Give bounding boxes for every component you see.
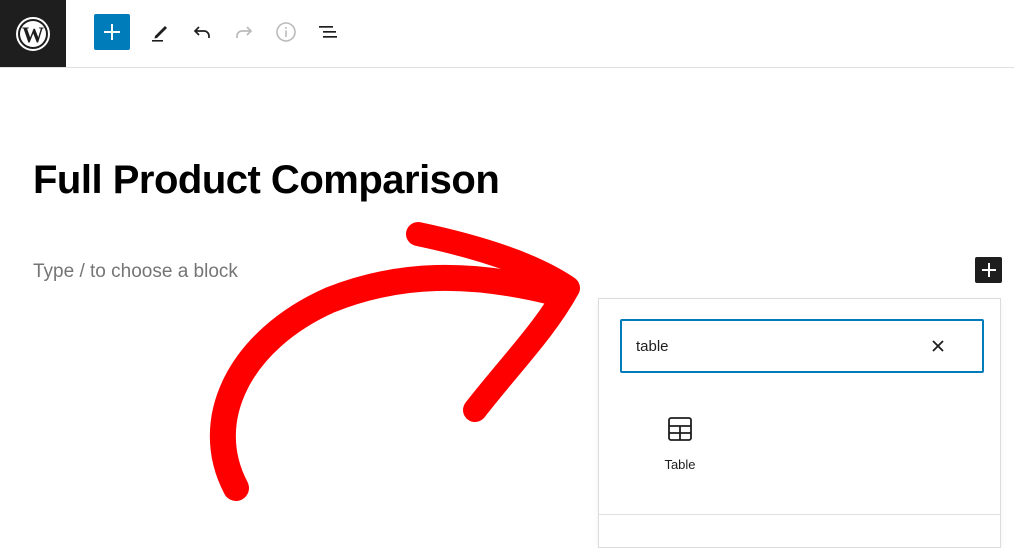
undo-icon <box>193 26 210 38</box>
details-button[interactable] <box>268 14 304 50</box>
svg-text:W: W <box>22 22 44 47</box>
undo-button[interactable] <box>184 14 220 50</box>
wordpress-logo-icon[interactable]: W <box>0 0 66 67</box>
block-search-input[interactable] <box>636 321 926 371</box>
list-view-button[interactable] <box>310 14 346 50</box>
add-block-button[interactable] <box>94 14 130 50</box>
block-item-label: Table <box>664 457 696 472</box>
block-item-table[interactable]: Table <box>640 407 720 483</box>
redo-icon <box>236 26 253 38</box>
plus-icon <box>104 24 120 40</box>
editor-toolbar: W <box>0 0 1014 68</box>
info-icon <box>276 22 296 42</box>
post-title[interactable]: Full Product Comparison <box>33 158 500 203</box>
block-search-box <box>620 319 984 373</box>
clear-search-button[interactable] <box>926 334 950 358</box>
divider <box>599 514 1000 515</box>
plus-icon <box>981 263 996 277</box>
block-placeholder[interactable]: Type / to choose a block <box>33 261 238 283</box>
table-icon <box>668 417 692 441</box>
close-icon <box>932 340 944 352</box>
block-inserter-popover: Table <box>598 298 1001 548</box>
pencil-icon <box>152 26 167 42</box>
redo-button[interactable] <box>226 14 262 50</box>
list-view-icon <box>319 26 337 38</box>
inline-add-block-button[interactable] <box>975 257 1002 283</box>
tools-button[interactable] <box>142 14 178 50</box>
